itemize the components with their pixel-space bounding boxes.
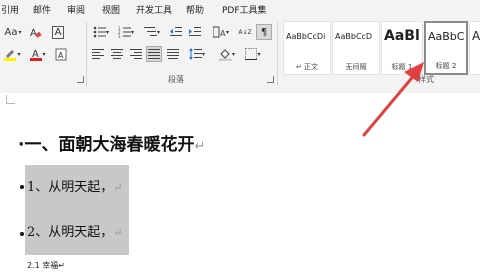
annotation-arrow (362, 62, 424, 137)
